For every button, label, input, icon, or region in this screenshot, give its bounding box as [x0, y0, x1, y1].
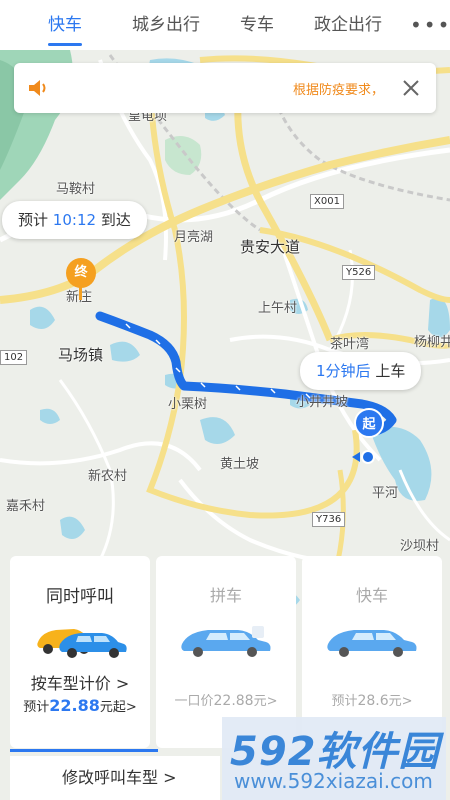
pickup-time: 1分钟后: [316, 362, 371, 380]
road-tag: 102: [0, 350, 28, 365]
price-suffix: 元>: [388, 694, 413, 709]
car-icon: [181, 626, 271, 657]
card-price: 一口价22.88元>: [156, 690, 296, 709]
price-value: 22.88: [49, 696, 100, 715]
map-label: 新农村: [88, 469, 128, 484]
map-label: 小栗树: [168, 397, 208, 412]
epidemic-notice-bar[interactable]: 根据防疫要求，: [14, 63, 436, 113]
close-icon[interactable]: [400, 77, 422, 99]
map-label: 杨柳井: [414, 335, 450, 350]
road-tag: X001: [310, 194, 344, 209]
eta-bubble: 预计 10:12 到达: [2, 201, 147, 239]
top-tab-bar: 快车 城乡出行 专车 政企出行 •••: [0, 0, 450, 50]
price-suffix: 元>: [253, 694, 278, 709]
card-simultaneous-call[interactable]: 同时呼叫 按车型计价 > 预计22.88元起>: [10, 556, 158, 752]
map-label: 茶叶湾: [330, 337, 370, 352]
eta-suffix: 到达: [100, 211, 131, 229]
card-title: 快车: [355, 586, 388, 605]
price-prefix: 一口价: [174, 694, 214, 709]
map-label: 月亮湖: [174, 230, 214, 245]
road-tag: Y736: [312, 512, 346, 527]
pickup-marker[interactable]: 起: [354, 408, 384, 438]
destination-marker[interactable]: 终: [66, 258, 96, 288]
car-icon: [327, 630, 417, 657]
card-price: 预计28.6元>: [302, 690, 442, 709]
road-tag: Y526: [342, 265, 376, 280]
notice-text: 根据防疫要求，: [292, 82, 384, 98]
speaker-icon: [29, 80, 46, 96]
map-label: 上午村: [258, 301, 298, 316]
price-suffix: 元起>: [99, 700, 137, 715]
map-label: 马场镇: [58, 346, 104, 364]
tab-zhengqi[interactable]: 政企出行: [302, 0, 394, 50]
pickup-suffix: 上车: [375, 362, 406, 380]
map-label: 小井井坡: [296, 395, 349, 410]
tab-chengxiang[interactable]: 城乡出行: [120, 0, 212, 50]
card-title: 拼车: [209, 586, 242, 605]
price-prefix: 预计: [23, 700, 50, 715]
map-label: 平河: [372, 486, 399, 501]
eta-time: 10:12: [52, 211, 97, 229]
price-value: 28.6: [357, 693, 389, 709]
tab-kuaiche[interactable]: 快车: [36, 0, 94, 50]
map-label: 贵安大道: [240, 238, 301, 256]
price-prefix: 预计: [331, 694, 358, 709]
card-title: 同时呼叫: [46, 587, 114, 607]
modify-car-type-button[interactable]: 修改呼叫车型 >: [10, 756, 220, 800]
map-label: 马鞍村: [56, 182, 96, 197]
map-label: 沙坝村: [400, 539, 440, 554]
site-watermark: 592软件园 www.592xiazai.com: [222, 717, 446, 800]
destination-marker-stem: [79, 286, 82, 300]
price-value: 22.88: [213, 693, 254, 709]
watermark-url: www.592xiazai.com: [234, 769, 433, 793]
card-price: 预计22.88元起>: [10, 696, 150, 715]
taxi-cars-icon: [37, 629, 127, 658]
tab-zhuanche[interactable]: 专车: [228, 0, 286, 50]
map-label: 黄土坡: [220, 457, 260, 472]
eta-prefix: 预计: [18, 211, 49, 229]
pickup-bubble: 1分钟后 上车: [300, 352, 422, 390]
map-label: 嘉禾村: [6, 499, 46, 514]
card-sub: 按车型计价 >: [30, 674, 130, 693]
more-menu-icon[interactable]: •••: [410, 13, 450, 37]
